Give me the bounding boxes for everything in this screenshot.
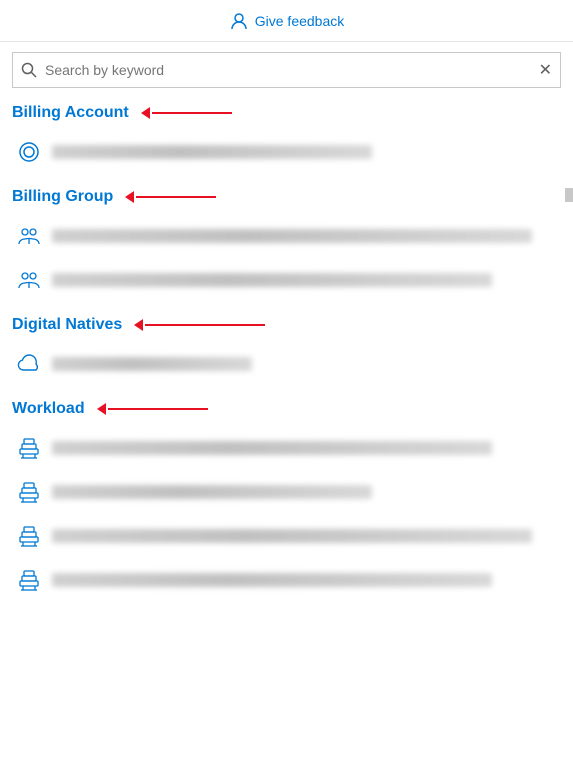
workload-icon (16, 479, 42, 505)
item-text-bar (52, 273, 492, 287)
billing-group-section-header: Billing Group (12, 188, 561, 206)
list-item[interactable] (12, 428, 561, 468)
workload-arrow (97, 403, 208, 415)
item-text-bar (52, 485, 372, 499)
item-text-bar (52, 145, 372, 159)
digital-natives-title: Digital Natives (12, 316, 122, 334)
digital-natives-arrow (134, 319, 265, 331)
billing-group-arrow (125, 191, 216, 203)
item-text-bar (52, 573, 492, 587)
workload-icon (16, 567, 42, 593)
list-item[interactable] (12, 216, 561, 256)
search-icon (21, 62, 37, 78)
billing-account-section-header: Billing Account (12, 104, 561, 122)
group-icon (16, 223, 42, 249)
give-feedback-label[interactable]: Give feedback (255, 13, 345, 29)
circle-icon (16, 139, 42, 165)
item-text-bar (52, 229, 532, 243)
workload-icon (16, 435, 42, 461)
list-item[interactable] (12, 132, 561, 172)
list-item[interactable] (12, 260, 561, 300)
digital-natives-section-header: Digital Natives (12, 316, 561, 334)
list-item[interactable] (12, 560, 561, 600)
item-text-bar (52, 357, 252, 371)
workload-title: Workload (12, 400, 85, 418)
search-bar: ✕ (12, 52, 561, 88)
group-icon (16, 267, 42, 293)
billing-account-arrow (141, 107, 232, 119)
user-icon (229, 11, 249, 31)
billing-group-title: Billing Group (12, 188, 113, 206)
cloud-icon (16, 351, 42, 377)
workload-section-header: Workload (12, 400, 561, 418)
item-text-bar (52, 441, 492, 455)
billing-account-title: Billing Account (12, 104, 129, 122)
search-input[interactable] (45, 62, 539, 78)
item-text-bar (52, 529, 532, 543)
list-item[interactable] (12, 344, 561, 384)
list-item[interactable] (12, 472, 561, 512)
top-bar: Give feedback (0, 0, 573, 42)
list-item[interactable] (12, 516, 561, 556)
clear-icon[interactable]: ✕ (539, 60, 552, 80)
main-content: Billing Account Billing Group (0, 104, 573, 600)
workload-icon (16, 523, 42, 549)
